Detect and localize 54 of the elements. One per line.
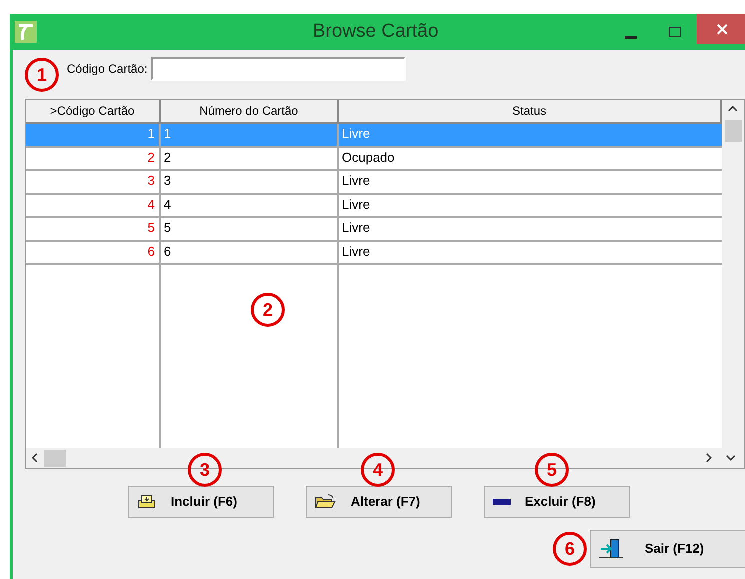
table-cell: 5 xyxy=(161,218,339,240)
scroll-left-icon[interactable] xyxy=(32,453,38,463)
table-cell: 3 xyxy=(161,171,339,192)
table-cell-text: Livre xyxy=(341,242,372,260)
exit-button[interactable]: Sair (F12) xyxy=(590,530,745,568)
table-cell: 2 xyxy=(161,148,339,169)
table-cell: 6 xyxy=(26,242,161,263)
table-cell: 3 xyxy=(26,171,161,192)
table-cell: 2 xyxy=(26,148,161,169)
table-cell-text: Livre xyxy=(341,172,372,190)
table-row[interactable]: 6 6 Livre xyxy=(26,242,722,265)
callout-number: 1 xyxy=(25,58,59,92)
callout-number: 4 xyxy=(361,453,395,487)
table-row[interactable]: 2 2 Ocupado xyxy=(26,148,722,171)
scrollbar-thumb[interactable] xyxy=(44,450,66,466)
callout-number: 2 xyxy=(251,293,285,327)
minus-icon xyxy=(493,498,511,506)
table-cell: 6 xyxy=(161,242,339,263)
toolbar-button[interactable]: Excluir (F8) xyxy=(484,486,630,518)
callout-number: 3 xyxy=(188,453,222,487)
toolbar-button[interactable]: Incluir (F6) xyxy=(128,486,274,518)
table-row[interactable]: 5 5 Livre xyxy=(26,218,722,242)
table-cell-text: Ocupado xyxy=(341,148,396,167)
minimize-icon[interactable] xyxy=(625,36,637,40)
table-row[interactable]: 4 4 Livre xyxy=(26,194,722,218)
scrollbar-thumb[interactable] xyxy=(724,120,742,142)
callout-number: 6 xyxy=(553,532,587,566)
table-row[interactable]: 3 3 Livre xyxy=(26,171,722,194)
field-label: Código Cartão: xyxy=(67,61,148,78)
column-header[interactable]: >Código Cartão xyxy=(26,100,161,122)
callout-number: 5 xyxy=(535,453,569,487)
table-cell-text: Livre xyxy=(341,219,372,237)
close-icon xyxy=(716,24,728,34)
input-field[interactable] xyxy=(150,57,406,81)
inbox-icon xyxy=(137,494,157,510)
folder-icon xyxy=(315,494,337,510)
close-button[interactable] xyxy=(697,14,745,44)
toolbar-button[interactable]: Alterar (F7) xyxy=(306,486,452,518)
app-logo-icon xyxy=(15,21,37,43)
table-cell-text: Livre xyxy=(341,196,372,214)
table-cell: 1 xyxy=(161,124,339,146)
table-cell: 5 xyxy=(26,218,161,240)
table-cell: 1 xyxy=(26,124,161,146)
scroll-right-icon[interactable] xyxy=(706,453,712,463)
window-title: Browse Cartão xyxy=(313,20,439,44)
vertical-scrollbar[interactable] xyxy=(722,100,744,448)
column-header[interactable]: Número do Cartão xyxy=(161,100,339,122)
table-cell: 4 xyxy=(161,194,339,216)
table-cell: 4 xyxy=(26,194,161,216)
maximize-icon[interactable] xyxy=(669,27,681,37)
scroll-up-icon[interactable] xyxy=(728,106,738,112)
table-cell-text: Livre xyxy=(341,125,372,143)
scroll-down-icon[interactable] xyxy=(726,455,736,461)
door-exit-icon xyxy=(599,538,623,560)
